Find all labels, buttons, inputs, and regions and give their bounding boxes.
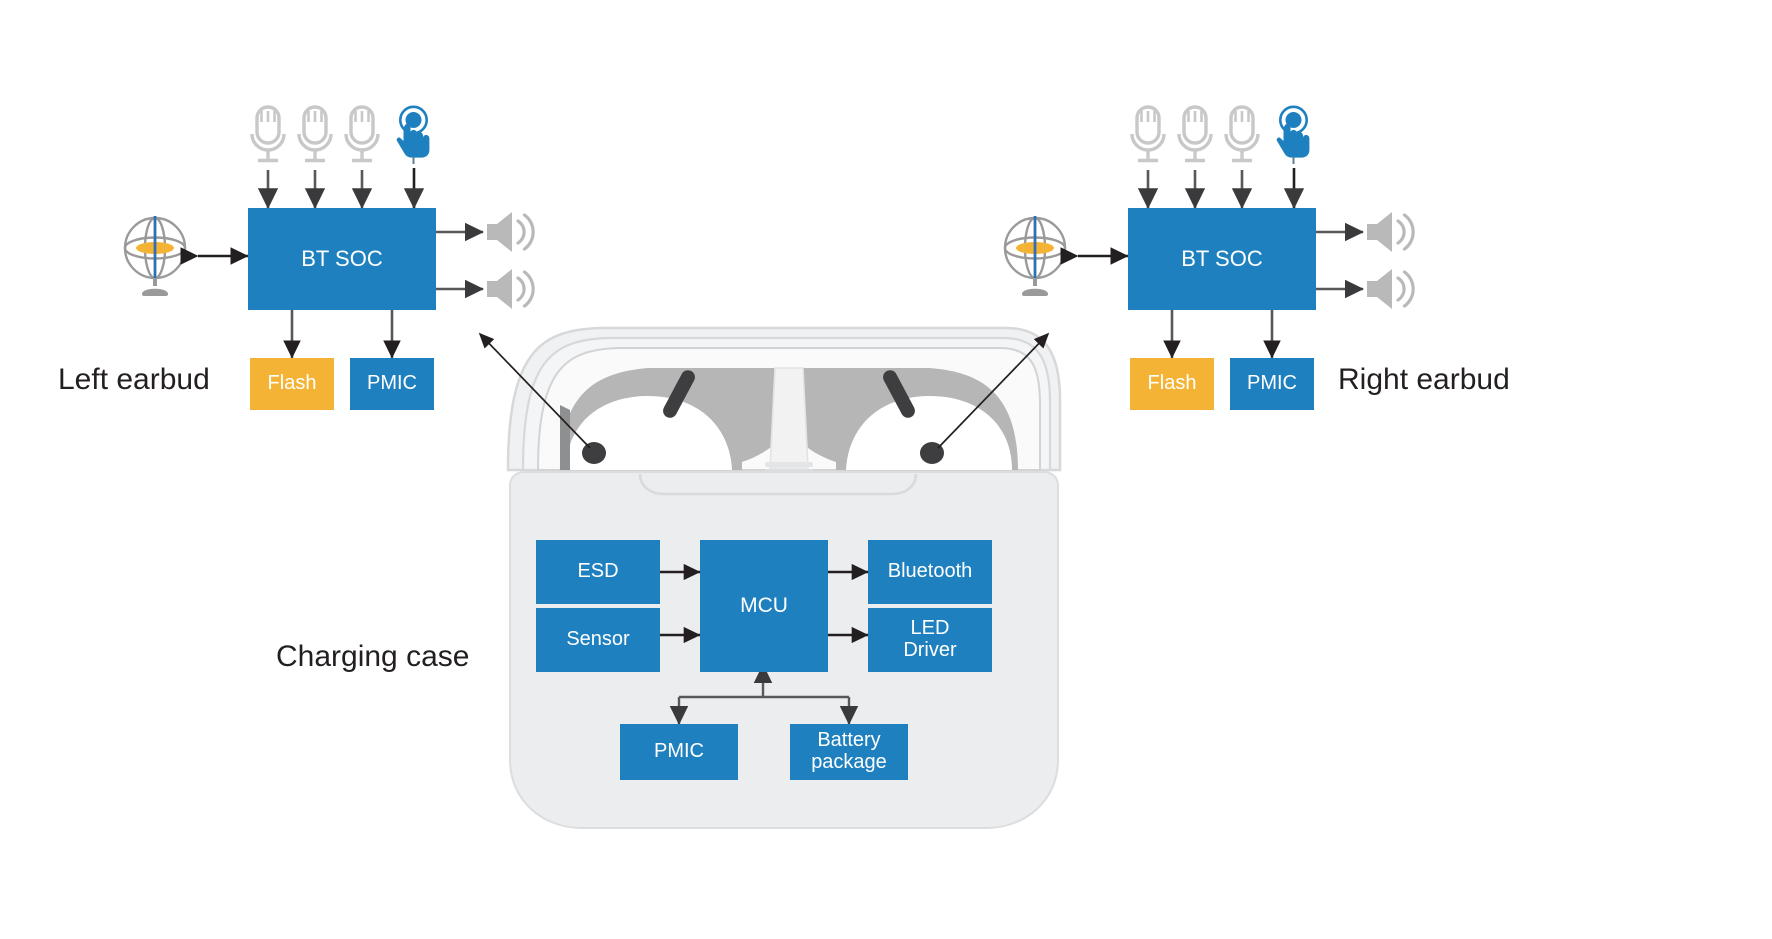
left-pmic-block[interactable]: PMIC [350,358,434,410]
case-sensor-block[interactable]: Sensor [536,608,660,672]
speaker-icon [1365,210,1415,254]
touch-sensor-icon [395,105,431,166]
case-esd-block[interactable]: ESD [536,540,660,604]
speaker-icon [485,267,535,311]
right-flash-block[interactable]: Flash [1130,358,1214,410]
left-bt-soc-block[interactable]: BT SOC [248,208,436,310]
speaker-icon [485,210,535,254]
speaker-icon [1365,267,1415,311]
right-earbud-label: Right earbud [1338,363,1510,396]
mic-icon [1177,105,1213,163]
case-led-driver-block[interactable]: LED Driver [868,608,992,672]
touch-sensor-icon [1275,105,1311,166]
battery-label-line1: Battery [817,729,881,752]
battery-label-line2: package [811,751,887,773]
case-mcu-block[interactable]: MCU [700,540,828,672]
charging-case-label: Charging case [276,640,470,673]
diagram-graphics-layer [123,105,1415,829]
left-earbud-label: Left earbud [58,363,210,396]
mic-icon [250,105,286,163]
case-bluetooth-block[interactable]: Bluetooth [868,540,992,604]
left-flash-block[interactable]: Flash [250,358,334,410]
diagram-canvas: BT SOC Flash PMIC BT SOC Flash PMIC ESD … [0,0,1772,939]
mic-icon [1224,105,1260,163]
antenna-icon [123,214,187,298]
antenna-icon [1003,214,1067,298]
right-pmic-block[interactable]: PMIC [1230,358,1314,410]
mic-icon [344,105,380,163]
led-driver-label-line1: LED [910,617,950,640]
case-pmic-block[interactable]: PMIC [620,724,738,780]
case-battery-block[interactable]: Battery package [790,724,908,780]
mic-icon [1130,105,1166,163]
led-driver-label-line2: Driver [903,639,957,661]
mic-icon [297,105,333,163]
left-charging-contact [582,442,606,464]
right-bt-soc-block[interactable]: BT SOC [1128,208,1316,310]
